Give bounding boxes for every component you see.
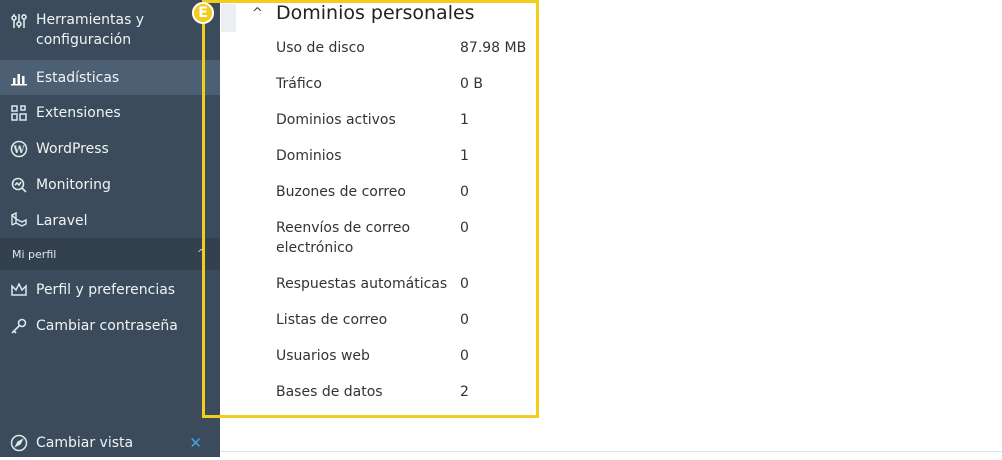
stat-value-autoresponders: 0 xyxy=(460,276,469,292)
sidebar-item-wordpress[interactable]: W WordPress xyxy=(0,132,220,166)
laravel-icon xyxy=(10,212,28,230)
stat-value-domains: 1 xyxy=(460,148,469,164)
sidebar-item-tools-settings[interactable]: Herramientas y configuración xyxy=(0,10,220,56)
sidebar-item-monitoring[interactable]: Monitoring xyxy=(0,168,220,202)
panel-title: Dominios personales xyxy=(276,2,475,24)
stat-label-web-users: Usuarios web xyxy=(276,348,370,364)
sidebar-item-change-view[interactable]: Cambiar vista xyxy=(0,426,220,460)
sidebar-item-label: Laravel xyxy=(36,213,88,229)
sidebar-item-label: Perfil y preferencias xyxy=(36,282,176,298)
stat-value-disk-usage: 87.98 MB xyxy=(460,40,527,56)
divider xyxy=(220,451,1002,452)
sidebar-item-statistics[interactable]: Estadísticas xyxy=(0,60,220,95)
sidebar-item-label: Cambiar vista xyxy=(36,435,134,451)
sidebar-item-label: Estadísticas xyxy=(36,69,120,86)
bar-chart-icon xyxy=(10,69,28,87)
stat-value-active-domains: 1 xyxy=(460,112,469,128)
sidebar-item-label: Cambiar contraseña xyxy=(36,318,178,334)
sidebar-item-profile-preferences[interactable]: Perfil y preferencias xyxy=(0,273,220,307)
compass-icon xyxy=(10,434,28,452)
svg-text:W: W xyxy=(12,145,25,156)
sidebar-item-extensions[interactable]: Extensiones xyxy=(0,96,220,130)
chevron-up-icon[interactable]: ^ xyxy=(252,6,263,21)
stat-label-mailboxes: Buzones de correo xyxy=(276,184,406,200)
sidebar-item-label: Monitoring xyxy=(36,177,111,193)
monitoring-icon xyxy=(10,176,28,194)
stat-label-mailing-lists: Listas de correo xyxy=(276,312,388,328)
key-icon xyxy=(10,317,28,335)
stat-label-active-domains: Dominios activos xyxy=(276,112,396,128)
close-icon[interactable]: ✕ xyxy=(189,434,202,452)
stat-value-web-users: 0 xyxy=(460,348,469,364)
profile-section-header[interactable]: Mi perfil ^ xyxy=(0,238,220,270)
sidebar: Herramientas y configuración Estadística… xyxy=(0,0,220,457)
stat-value-mailing-lists: 0 xyxy=(460,312,469,328)
sidebar-item-laravel[interactable]: Laravel xyxy=(0,204,220,238)
stat-value-databases: 2 xyxy=(460,384,469,400)
stat-label-mail-forwarders: Reenvíos de correo electrónico xyxy=(276,220,411,256)
extensions-icon xyxy=(10,104,28,122)
stat-label-autoresponders: Respuestas automáticas xyxy=(276,276,448,292)
stat-label-disk-usage: Uso de disco xyxy=(276,40,365,56)
crown-icon xyxy=(10,281,28,299)
section-title: Mi perfil xyxy=(12,247,57,261)
stat-label-databases: Bases de datos xyxy=(276,384,383,400)
sidebar-item-label: WordPress xyxy=(36,141,109,157)
stat-value-mail-forwarders: 0 xyxy=(460,220,469,236)
sidebar-item-label: Herramientas y configuración xyxy=(36,12,145,48)
sidebar-item-label: Extensiones xyxy=(36,105,121,121)
wordpress-icon: W xyxy=(10,140,28,158)
sidebar-item-change-password[interactable]: Cambiar contraseña xyxy=(0,309,220,343)
stat-label-domains: Dominios xyxy=(276,148,342,164)
stat-value-mailboxes: 0 xyxy=(460,184,469,200)
stat-value-traffic: 0 B xyxy=(460,76,483,92)
highlight-badge: E xyxy=(192,2,214,24)
sliders-icon xyxy=(10,12,28,30)
stat-label-traffic: Tráfico xyxy=(276,76,322,92)
